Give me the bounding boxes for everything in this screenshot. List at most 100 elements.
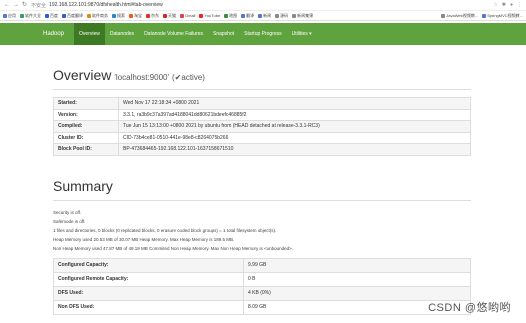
bookmark-favicon-icon (163, 13, 167, 18)
tab-startup-progress[interactable]: Startup Progress (239, 23, 287, 45)
table-row: Block Pool ID: BP-473684465-192.168.122.1… (53, 143, 471, 156)
tab-datanode-volume-failures[interactable]: Datanode Volume Failures (139, 23, 208, 45)
bookmark-favicon-icon (45, 13, 49, 18)
summary-line: Safemode is off. (53, 218, 86, 224)
row-value: 3.3.1, ra3b9c37a397ad4188041dd80621bdeef… (118, 108, 471, 121)
tab-overview[interactable]: Overview (74, 23, 105, 45)
bookmark-item[interactable]: 地图 (224, 13, 237, 19)
back-icon[interactable]: ← (4, 2, 10, 8)
summary-line: Heap Memory used 20.53 MB of 30.07 MB He… (53, 236, 235, 242)
bookmark-favicon-icon (180, 13, 184, 18)
bookmark-label: 软件商务 (92, 12, 108, 18)
bookmark-favicon-icon (129, 13, 133, 18)
bookmark-item[interactable]: SpringMVC视频教... (482, 13, 523, 19)
bookmark-label: 软件大全 (25, 12, 41, 18)
bookmark-item[interactable]: YouTube (199, 13, 220, 18)
bookmark-favicon-icon (87, 13, 91, 18)
row-label: Block Pool ID: (53, 143, 119, 156)
overview-heading: Overview 'localhost:9000' (✔active) (53, 67, 471, 83)
profile-icon[interactable]: ● (510, 2, 513, 8)
summary-line: 1 files and directories, 0 blocks (0 rep… (53, 227, 277, 233)
row-label: Configured Remote Capacity: (53, 271, 244, 287)
summary-line: Non Heap Memory used 47.87 MB of 49.19 M… (53, 245, 294, 251)
star-icon[interactable]: ☆ (493, 2, 497, 8)
overview-table: Started: Wed Nov 17 22:18:34 +0800 2021 Ve… (53, 97, 471, 156)
bookmark-favicon-icon (112, 13, 116, 18)
table-row: Compiled: Tue Jun 15 13:13:00 +0800 2021 … (53, 120, 471, 133)
summary-text: Security is off. Safemode is off. 1 files … (53, 210, 471, 251)
bookmark-favicon-icon (146, 13, 150, 18)
bookmark-item[interactable]: 新闻 (258, 13, 271, 19)
row-label: Non DFS Used: (53, 299, 244, 315)
bookmark-label: 源码 (280, 12, 289, 18)
bookmark-label: 新闻 (263, 12, 272, 18)
security-indicator[interactable]: 不安全 (31, 2, 46, 9)
bookmark-label: Gmail (185, 13, 196, 18)
bookmark-item[interactable]: 软件商务 (87, 13, 108, 19)
row-value: 9.99 GB (243, 257, 471, 273)
extensions-icon[interactable]: ✱ (502, 2, 506, 8)
bookmark-favicon-icon (258, 13, 263, 18)
bookmark-favicon-icon (241, 13, 246, 18)
bookmark-label: JavaWeb视频教... (446, 12, 479, 18)
bookmark-label: 天猫 (168, 12, 176, 18)
bookmark-favicon-icon (224, 13, 229, 18)
forward-icon[interactable]: → (13, 2, 19, 8)
bookmark-favicon-icon (275, 13, 280, 18)
bookmark-item[interactable]: 应用 (3, 13, 16, 19)
row-value: Wed Nov 17 22:18:34 +0800 2021 (118, 97, 471, 110)
row-label: Started: (53, 97, 119, 110)
bookmark-favicon-icon (3, 13, 7, 18)
bookmark-label: 地图 (229, 12, 238, 18)
bookmark-label: 搜索 (117, 12, 125, 18)
bookmark-item[interactable]: 百度 (45, 13, 58, 19)
bookmark-label: 百度 (50, 12, 58, 18)
bookmark-item[interactable]: 淘宝 (129, 13, 142, 19)
bookmark-label: 新闻集锦 (297, 12, 314, 18)
bookmark-favicon-icon (62, 13, 66, 18)
summary-line: Security is off. (53, 209, 82, 215)
bookmark-item[interactable]: 京东 (146, 13, 159, 19)
bookmark-favicon-icon (441, 13, 446, 18)
bookmark-item[interactable]: 翻译 (241, 13, 254, 19)
bookmark-item[interactable]: 百度翻译 (62, 13, 83, 19)
browser-toolbar: ← → ↻ 不安全 192.168.122.101:9870/dfshealth… (0, 0, 526, 11)
row-value: BP-473684465-192.168.122.101-16371586715… (118, 143, 471, 156)
overview-title: Overview (53, 67, 112, 83)
bookmark-label: 京东 (151, 12, 159, 18)
bookmark-item[interactable]: Gmail (180, 13, 195, 18)
row-label: Cluster ID: (53, 131, 119, 144)
address-bar[interactable]: 192.168.122.101:9870/dfshealth.html#tab-… (49, 2, 163, 8)
bookmark-item[interactable]: 软件大全 (20, 13, 41, 19)
divider (53, 199, 471, 201)
bookmark-favicon-icon (482, 13, 487, 18)
bookmark-label: 翻译 (246, 12, 255, 18)
bookmark-label: 百度翻译 (67, 12, 83, 18)
row-value: 4 KB (0%) (243, 285, 471, 301)
row-label: Compiled: (53, 120, 119, 133)
reload-icon[interactable]: ↻ (22, 2, 27, 8)
bookmark-item[interactable]: 新闻集锦 (292, 13, 313, 19)
browser-nav: ← → ↻ (4, 2, 27, 8)
bookmark-label: YouTube (204, 13, 221, 18)
summary-table: Configured Capacity: 9.99 GB Configured Re… (53, 257, 471, 315)
row-label: Version: (53, 108, 119, 121)
hadoop-navbar: Hadoop Overview Datanodes Datanode Volum… (0, 23, 526, 45)
table-row: Cluster ID: CID-73b4ce81-0510-441e-98e8-c… (53, 131, 471, 144)
divider (53, 89, 471, 90)
tab-snapshot[interactable]: Snapshot (208, 23, 239, 45)
row-value: Tue Jun 15 13:13:00 +0800 2021 by ubuntu… (118, 120, 471, 133)
row-value: CID-73b4ce81-0510-441e-98e8-c8264075b266 (118, 131, 471, 144)
namenode-host: 'localhost:9000' (114, 73, 170, 82)
bookmark-favicon-icon (292, 13, 297, 18)
bookmark-item[interactable]: 源码 (275, 13, 288, 19)
bookmark-item[interactable]: 天猫 (163, 13, 176, 19)
tab-datanodes[interactable]: Datanodes (105, 23, 139, 45)
menu-icon[interactable]: ⋮ (517, 2, 522, 8)
row-value: 0 B (243, 271, 471, 287)
hadoop-brand[interactable]: Hadoop (43, 23, 64, 45)
tab-utilities[interactable]: Utilities ▾ (287, 23, 317, 45)
bookmark-item[interactable]: 搜索 (112, 13, 125, 19)
browser-actions: ☆ ✱ ● ⋮ (493, 2, 522, 8)
bookmark-item[interactable]: JavaWeb视频教... (441, 13, 478, 19)
